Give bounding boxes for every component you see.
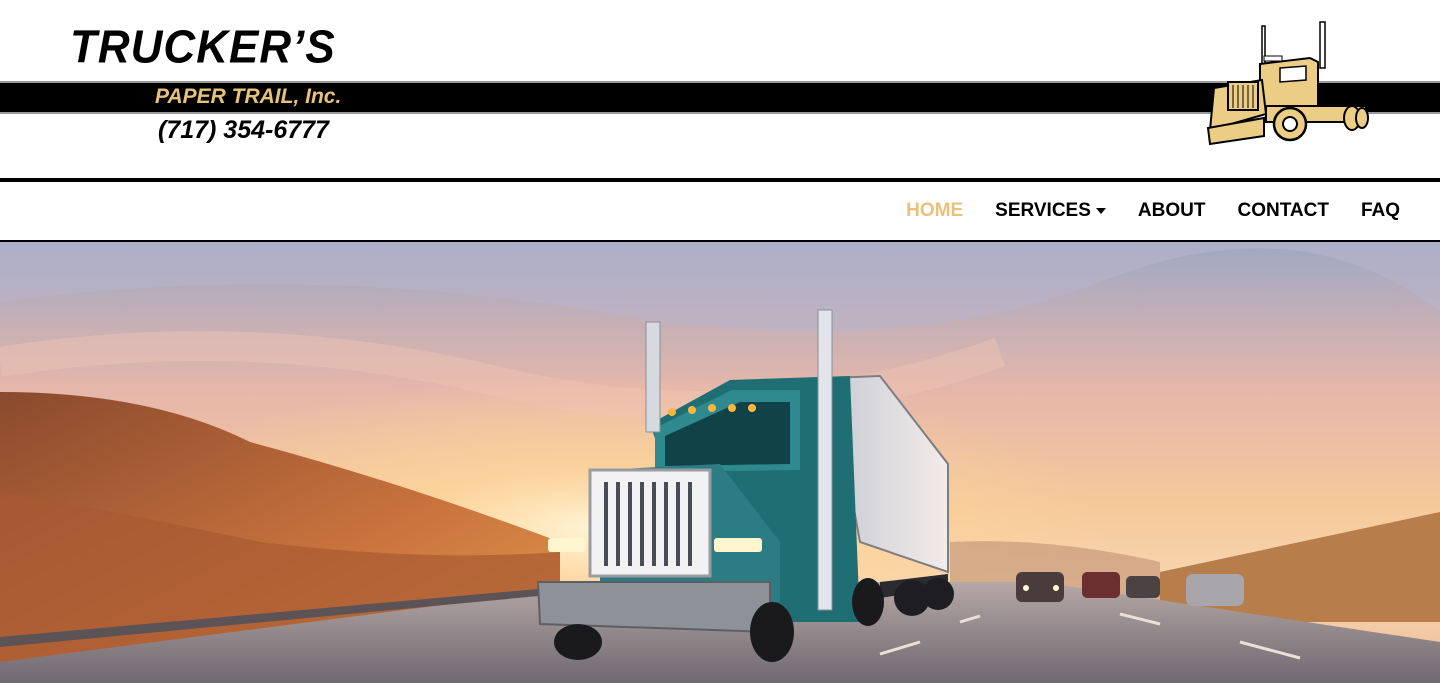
- nav-label-home: HOME: [906, 200, 964, 221]
- nav-label-faq: FAQ: [1360, 200, 1400, 221]
- nav-item-home[interactable]: HOME: [906, 200, 963, 222]
- nav-item-contact[interactable]: CONTACT: [1237, 200, 1328, 222]
- hero-truck-photo: [0, 242, 1440, 683]
- nav-label-services: SERVICES: [995, 200, 1091, 221]
- nav-label-about: ABOUT: [1137, 200, 1206, 221]
- site-header: TRUCKER’S PAPER TRAIL, Inc. (717) 354-67…: [0, 0, 1440, 178]
- nav-label-contact: CONTACT: [1237, 200, 1329, 221]
- brand-subtitle: PAPER TRAIL, Inc.: [155, 85, 342, 108]
- semi-truck-logo-icon[interactable]: [1200, 18, 1375, 150]
- phone-number[interactable]: (717) 354-6777: [158, 118, 329, 143]
- hero-banner: [0, 242, 1440, 683]
- nav-item-services[interactable]: SERVICES: [995, 200, 1106, 222]
- brand-title[interactable]: TRUCKER’S: [70, 24, 336, 71]
- nav-menu: HOME SERVICES ABOUT CONTACT FAQ: [906, 182, 1400, 240]
- main-navbar: HOME SERVICES ABOUT CONTACT FAQ: [0, 182, 1440, 242]
- nav-item-about[interactable]: ABOUT: [1138, 200, 1206, 222]
- caret-down-icon: [1095, 208, 1106, 214]
- nav-item-faq[interactable]: FAQ: [1361, 200, 1400, 222]
